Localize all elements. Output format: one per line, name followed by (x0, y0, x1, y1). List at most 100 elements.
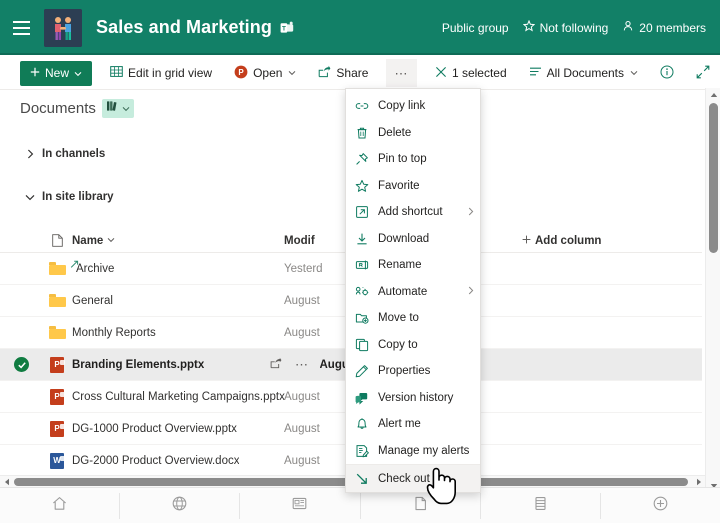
library-icon (106, 99, 119, 117)
menu-item-move-to[interactable]: Move to (346, 305, 480, 332)
vertical-scrollbar[interactable] (705, 88, 720, 492)
column-header-file-type[interactable] (42, 234, 72, 247)
row-name-label: DG-2000 Product Overview.docx (72, 455, 239, 467)
menu-item-delete[interactable]: Delete (346, 120, 480, 147)
pin-icon (355, 152, 369, 166)
svg-text:T: T (282, 25, 286, 32)
nav-lists-button[interactable] (481, 488, 600, 523)
chevron-down-icon (630, 69, 638, 78)
chevron-down-icon (22, 194, 38, 201)
menu-item-label: Copy link (378, 100, 474, 112)
more-commands-button[interactable]: ⋯ (386, 59, 417, 87)
version-history-icon (355, 391, 369, 405)
chevron-down-icon (288, 69, 296, 78)
clear-selection-button[interactable]: 1 selected (431, 59, 511, 87)
automate-icon (355, 285, 369, 299)
plus-icon (30, 66, 40, 80)
follow-button[interactable]: Not following (523, 20, 609, 35)
row-name-cell[interactable]: DG-2000 Product Overview.docx (72, 455, 284, 467)
menu-item-alert-me[interactable]: Alert me (346, 411, 480, 438)
menu-item-label: Check out (378, 473, 474, 485)
chevron-down-icon (74, 66, 82, 80)
share-button-label: Share (336, 66, 368, 80)
row-checkbox[interactable] (0, 357, 42, 372)
list-view-icon (529, 65, 542, 81)
row-name-label: Cross Cultural Marketing Campaigns.pptx (72, 391, 285, 403)
row-name-cell[interactable]: Branding Elements.pptx (72, 359, 284, 371)
menu-item-label: Alert me (378, 418, 474, 430)
menu-item-pin-to-top[interactable]: Pin to top (346, 146, 480, 173)
menu-item-properties[interactable]: Properties (346, 358, 480, 385)
menu-item-label: Add shortcut (378, 206, 459, 218)
add-shortcut-icon (355, 205, 369, 219)
star-outline-icon (355, 179, 369, 193)
menu-item-label: Delete (378, 127, 474, 139)
menu-item-favorite[interactable]: Favorite (346, 173, 480, 200)
row-share-icon[interactable] (270, 357, 282, 372)
edit-in-grid-view-button[interactable]: Edit in grid view (106, 59, 216, 87)
add-column-label: Add column (535, 235, 601, 247)
open-button-label: Open (253, 66, 282, 80)
rename-icon (355, 258, 369, 272)
shortcut-arrow-icon (70, 260, 79, 269)
people-icon (622, 20, 634, 35)
menu-item-version-history[interactable]: Version history (346, 385, 480, 412)
row-more-actions-icon[interactable]: ⋯ (295, 358, 310, 371)
context-menu: Copy link Delete Pin to top (345, 88, 481, 493)
hamburger-menu-icon[interactable] (5, 12, 37, 44)
library-switcher-button[interactable] (102, 99, 134, 118)
globe-icon (171, 495, 188, 517)
nav-globe-button[interactable] (120, 488, 239, 523)
list-icon (532, 495, 549, 517)
row-name-cell[interactable]: DG-1000 Product Overview.pptx (72, 423, 284, 435)
new-button[interactable]: New (20, 61, 92, 86)
download-icon (355, 232, 369, 246)
chevron-right-icon (22, 149, 38, 159)
move-to-icon (355, 311, 369, 325)
menu-item-label: Properties (378, 365, 474, 377)
menu-item-copy-to[interactable]: Copy to (346, 332, 480, 359)
row-name-cell[interactable]: General (72, 295, 284, 307)
column-header-name-label: Name (72, 235, 103, 247)
menu-item-label: Move to (378, 312, 474, 324)
group-header-label: In site library (42, 191, 114, 203)
nav-news-button[interactable] (240, 488, 359, 523)
menu-item-label: Pin to top (378, 153, 474, 165)
menu-item-copy-link[interactable]: Copy link (346, 93, 480, 120)
members-button[interactable]: 20 members (622, 20, 706, 35)
vertical-scrollbar-thumb[interactable] (709, 103, 718, 253)
row-name-label: General (72, 295, 113, 307)
check-circle-icon (14, 357, 29, 372)
share-button[interactable]: Share (314, 59, 372, 87)
menu-item-check-out[interactable]: Check out (346, 464, 480, 492)
expand-icon (696, 65, 710, 82)
column-header-name[interactable]: Name (72, 235, 284, 247)
menu-item-rename[interactable]: Rename (346, 252, 480, 279)
open-button[interactable]: P Open (230, 59, 300, 87)
row-name-cell[interactable]: Monthly Reports (72, 327, 284, 339)
caret-up-icon[interactable] (706, 88, 720, 101)
row-name-label: Branding Elements.pptx (72, 359, 204, 371)
header-underline (0, 53, 720, 55)
follow-label: Not following (540, 21, 609, 35)
nav-home-button[interactable] (0, 488, 119, 523)
details-info-button[interactable] (656, 59, 678, 87)
row-name-cell[interactable]: Archive (72, 263, 284, 275)
teams-icon: T (280, 21, 294, 35)
column-header-modified-label: Modif (284, 235, 315, 247)
menu-item-automate[interactable]: Automate (346, 279, 480, 306)
view-selector-button[interactable]: All Documents (525, 59, 642, 87)
chevron-right-icon (468, 207, 474, 218)
add-circle-icon (652, 495, 669, 517)
manage-alerts-icon (355, 444, 369, 458)
menu-item-label: Download (378, 233, 474, 245)
menu-item-add-shortcut[interactable]: Add shortcut (346, 199, 480, 226)
menu-item-manage-my-alerts[interactable]: Manage my alerts (346, 438, 480, 465)
menu-item-download[interactable]: Download (346, 226, 480, 253)
add-column-button[interactable]: Add column (522, 235, 702, 247)
powerpoint-file-icon: P (42, 421, 72, 437)
expand-full-screen-button[interactable] (692, 59, 714, 87)
share-icon (318, 65, 331, 81)
row-name-label: DG-1000 Product Overview.pptx (72, 423, 237, 435)
nav-add-button[interactable] (601, 488, 720, 523)
